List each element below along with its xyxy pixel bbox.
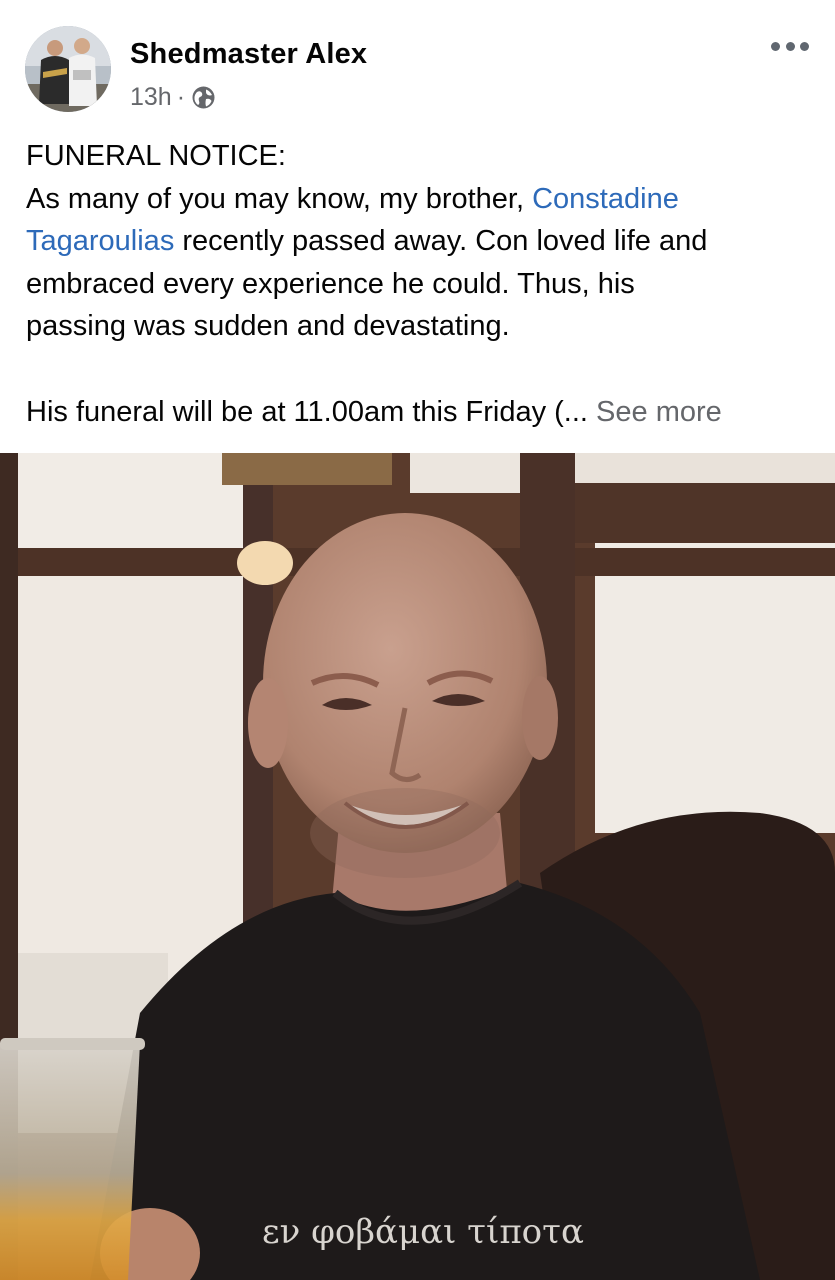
author-avatar[interactable] [25,26,111,112]
post-text-segment: His funeral will be at 11.00am this Frid… [26,395,597,428]
author-name[interactable]: Shedmaster Alex [130,38,367,71]
more-dot [771,41,780,51]
post-header: Shedmaster Alex 13h · [0,0,835,125]
more-options-icon[interactable] [771,34,809,58]
post-photo[interactable]: εν φοβάμαι τίποτα [0,453,835,1280]
post-text-segment: As many of you may know, my brother, [26,182,533,215]
meta-separator: · [176,83,186,111]
post-text-line: embraced every experience he could. Thus… [26,267,635,300]
post-text-segment: recently passed away. Con loved life and [174,225,708,257]
tagged-person-link[interactable]: Constadine [532,183,679,215]
facebook-post: Shedmaster Alex 13h · FUNERAL NOTICE: As… [0,0,835,1280]
globe-icon [191,85,216,110]
post-text-line: As many of you may know, my brother, Con… [26,178,816,221]
more-dot [785,41,795,51]
post-text-line: Tagaroulias recently passed away. Con lo… [26,220,816,263]
more-dot [800,41,809,51]
tagged-person-link[interactable]: Tagaroulias [26,225,174,257]
post-meta: 13h · [130,83,216,112]
shirt-text: εν φοβάμαι τίποτα [262,1212,584,1252]
see-more-link[interactable]: See more [596,396,722,428]
post-text: FUNERAL NOTICE: As many of you may know,… [26,135,816,433]
post-text-line: passing was sudden and devastating. [26,310,510,342]
post-timestamp[interactable]: 13h [130,83,172,112]
photo-image: εν φοβάμαι τίποτα [0,453,835,1280]
avatar-image [25,26,111,112]
post-heading: FUNERAL NOTICE: [26,140,286,172]
post-text-line: His funeral will be at 11.00am this Frid… [26,391,816,434]
